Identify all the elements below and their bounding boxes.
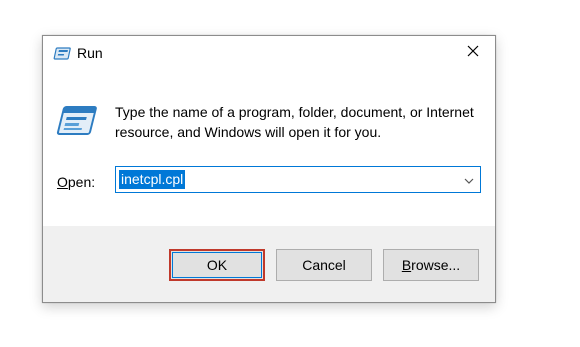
browse-button[interactable]: Browse... [383,249,479,281]
run-dialog: Run Type the name of a program, folder, … [42,35,496,303]
browse-mnemonic: B [401,257,412,273]
window-title: Run [77,45,103,61]
run-icon [53,45,71,61]
close-button[interactable] [451,36,495,70]
ok-button[interactable]: OK [169,249,265,281]
cancel-button[interactable]: Cancel [276,249,372,281]
open-label-text: pen: [67,174,96,190]
open-label-mnemonic: O [57,174,68,190]
button-bar: OK Cancel Browse... [43,226,495,302]
open-input[interactable]: inetcpl.cpl [119,170,186,189]
dropdown-button[interactable] [458,167,480,192]
open-label: Open: [57,174,95,190]
browse-label: rowse... [411,257,461,273]
dialog-content: Type the name of a program, folder, docu… [43,70,495,226]
open-combobox[interactable]: inetcpl.cpl [115,166,481,193]
chevron-down-icon [464,171,474,189]
run-program-icon [55,104,97,138]
title-bar[interactable]: Run [43,36,495,70]
instruction-text: Type the name of a program, folder, docu… [115,104,474,140]
close-icon [467,44,479,62]
